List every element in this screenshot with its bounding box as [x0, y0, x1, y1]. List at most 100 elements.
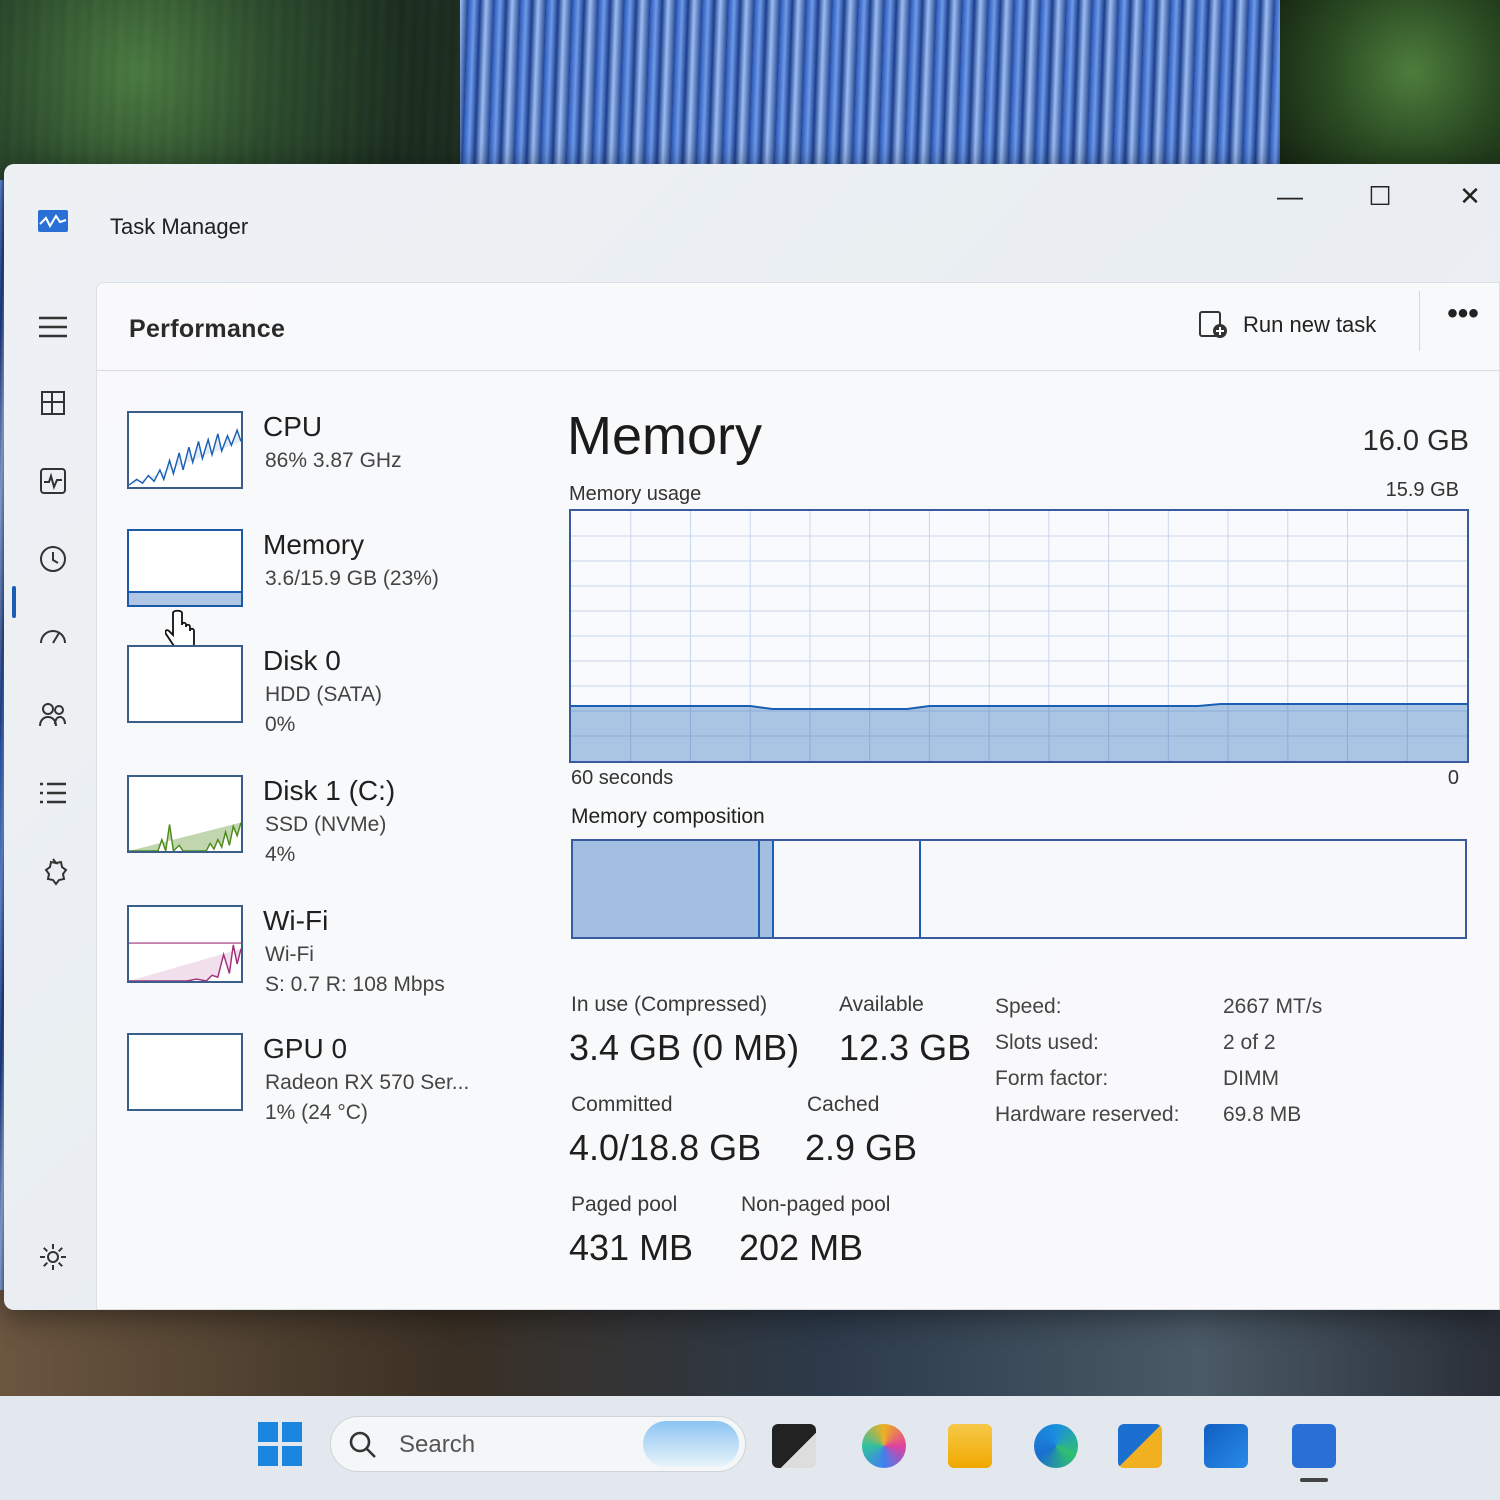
window-title: Task Manager: [110, 214, 249, 239]
details-icon[interactable]: [30, 770, 76, 816]
run-task-label: Run new task: [1243, 312, 1377, 337]
device-memory[interactable]: Memory 3.6/15.9 GB (23%): [127, 529, 527, 652]
task-view-icon[interactable]: [772, 1424, 816, 1468]
navigation-rail: [4, 284, 96, 1310]
performance-icon[interactable]: [30, 458, 76, 504]
disk0-thumbnail-graph: [127, 645, 243, 723]
in-use-label: In use (Compressed): [571, 993, 768, 1016]
copilot-icon[interactable]: [862, 1424, 906, 1468]
minimize-button[interactable]: —: [1260, 176, 1320, 216]
device-gpu0[interactable]: GPU 0 Radeon RX 570 Ser... 1% (24 °C): [127, 1033, 527, 1133]
device-name: Disk 1 (C:): [263, 775, 396, 806]
memory-composition-bar: [571, 839, 1467, 939]
outlook-icon[interactable]: [1204, 1424, 1248, 1468]
disk1-thumbnail-graph: [127, 775, 243, 853]
device-name: Wi-Fi: [263, 905, 329, 936]
run-task-icon: [1199, 311, 1227, 338]
page-title: Performance: [129, 315, 286, 343]
memory-usage-area: [571, 704, 1467, 761]
spec-speed-label: Speed:: [995, 995, 1062, 1018]
device-detail: SSD (NVMe): [265, 813, 387, 836]
committed-label: Committed: [571, 1093, 673, 1116]
device-name: GPU 0: [263, 1033, 348, 1064]
device-detail-usage: 1% (24 °C): [265, 1101, 368, 1124]
device-detail-throughput: S: 0.7 R: 108 Mbps: [265, 973, 445, 996]
device-detail: Wi-Fi: [265, 943, 314, 966]
cpu-thumbnail-graph: [127, 411, 243, 489]
content-pane: Performance Run new task ••• CPU 86% 3.8…: [96, 282, 1500, 1310]
cached-label: Cached: [807, 1093, 880, 1116]
spec-hw-reserved-label: Hardware reserved:: [995, 1103, 1180, 1126]
taskbar: Search: [0, 1396, 1500, 1500]
app-history-icon[interactable]: [30, 536, 76, 582]
more-options-button[interactable]: •••: [1437, 299, 1489, 343]
device-wifi[interactable]: Wi-Fi Wi-Fi S: 0.7 R: 108 Mbps: [127, 905, 527, 1005]
non-paged-pool-label: Non-paged pool: [741, 1193, 891, 1216]
task-manager-window: Task Manager — ☐ ✕ Performance Run new t…: [4, 164, 1500, 1310]
content-header: Performance Run new task •••: [97, 283, 1499, 371]
memory-title: Memory: [567, 406, 763, 466]
run-new-task-button[interactable]: Run new task: [1197, 303, 1376, 347]
spec-form-factor-value: DIMM: [1223, 1067, 1279, 1090]
users-icon[interactable]: [30, 692, 76, 738]
memory-usage-graph: [569, 509, 1469, 763]
processes-icon[interactable]: [30, 380, 76, 426]
wallpaper-foliage-right: [1280, 0, 1500, 180]
in-use-value: 3.4 GB (0 MB): [569, 1027, 800, 1068]
device-name: Disk 0: [263, 645, 341, 676]
device-disk1[interactable]: Disk 1 (C:) SSD (NVMe) 4%: [127, 775, 527, 875]
wifi-thumbnail-graph: [127, 905, 243, 983]
header-divider: [1419, 291, 1420, 351]
spec-slots-label: Slots used:: [995, 1031, 1099, 1054]
search-placeholder: Search: [399, 1431, 476, 1458]
device-detail: 86% 3.87 GHz: [265, 449, 402, 472]
active-indicator: [12, 586, 16, 618]
memory-composition-label: Memory composition: [571, 805, 765, 828]
file-explorer-icon[interactable]: [948, 1424, 992, 1468]
edge-icon[interactable]: [1034, 1424, 1078, 1468]
start-icon[interactable]: [258, 1422, 302, 1466]
spec-slots-value: 2 of 2: [1223, 1031, 1276, 1054]
device-cpu[interactable]: CPU 86% 3.87 GHz: [127, 411, 527, 511]
cached-value: 2.9 GB: [805, 1127, 918, 1168]
startup-apps-icon[interactable]: [30, 614, 76, 660]
settings-icon[interactable]: [30, 1234, 76, 1280]
close-button[interactable]: ✕: [1440, 176, 1500, 216]
memory-total: 16.0 GB: [1362, 425, 1469, 457]
title-bar[interactable]: Task Manager — ☐ ✕: [4, 164, 1500, 274]
composition-modified-segment[interactable]: [760, 841, 774, 937]
composition-standby-segment[interactable]: [774, 841, 921, 937]
hamburger-menu-icon[interactable]: [30, 304, 76, 350]
device-disk0[interactable]: Disk 0 HDD (SATA) 0%: [127, 645, 527, 745]
taskbar-search-box[interactable]: Search: [330, 1416, 746, 1472]
task-manager-app-icon: [38, 210, 68, 232]
memory-usage-max: 15.9 GB: [1385, 479, 1459, 501]
services-icon[interactable]: [30, 848, 76, 894]
gpu0-thumbnail-graph: [127, 1033, 243, 1111]
memory-usage-label: Memory usage: [569, 483, 702, 505]
maximize-button[interactable]: ☐: [1350, 176, 1410, 216]
available-label: Available: [839, 993, 924, 1016]
spec-hw-reserved-value: 69.8 MB: [1223, 1103, 1302, 1126]
wallpaper-foliage-left: [0, 0, 460, 180]
search-highlight-widget[interactable]: [643, 1421, 739, 1467]
spec-form-factor-label: Form factor:: [995, 1067, 1109, 1090]
device-name: CPU: [263, 411, 323, 442]
committed-value: 4.0/18.8 GB: [569, 1127, 762, 1168]
graph-axis-left-label: 60 seconds: [571, 767, 674, 789]
search-icon: [349, 1431, 376, 1458]
graph-axis-right-label: 0: [1447, 767, 1459, 789]
memory-thumbnail-graph: [127, 529, 243, 607]
non-paged-pool-value: 202 MB: [739, 1227, 864, 1268]
device-detail-usage: 4%: [265, 843, 296, 866]
active-app-indicator: [1300, 1478, 1328, 1482]
device-detail: 3.6/15.9 GB (23%): [265, 567, 439, 590]
task-manager-icon[interactable]: [1292, 1424, 1336, 1468]
device-name: Memory: [263, 529, 365, 560]
device-detail: Radeon RX 570 Ser...: [265, 1071, 470, 1094]
device-detail: HDD (SATA): [265, 683, 383, 706]
composition-in-use-segment[interactable]: [573, 841, 761, 937]
store-icon[interactable]: [1118, 1424, 1162, 1468]
available-value: 12.3 GB: [839, 1027, 972, 1068]
paged-pool-label: Paged pool: [571, 1193, 678, 1216]
